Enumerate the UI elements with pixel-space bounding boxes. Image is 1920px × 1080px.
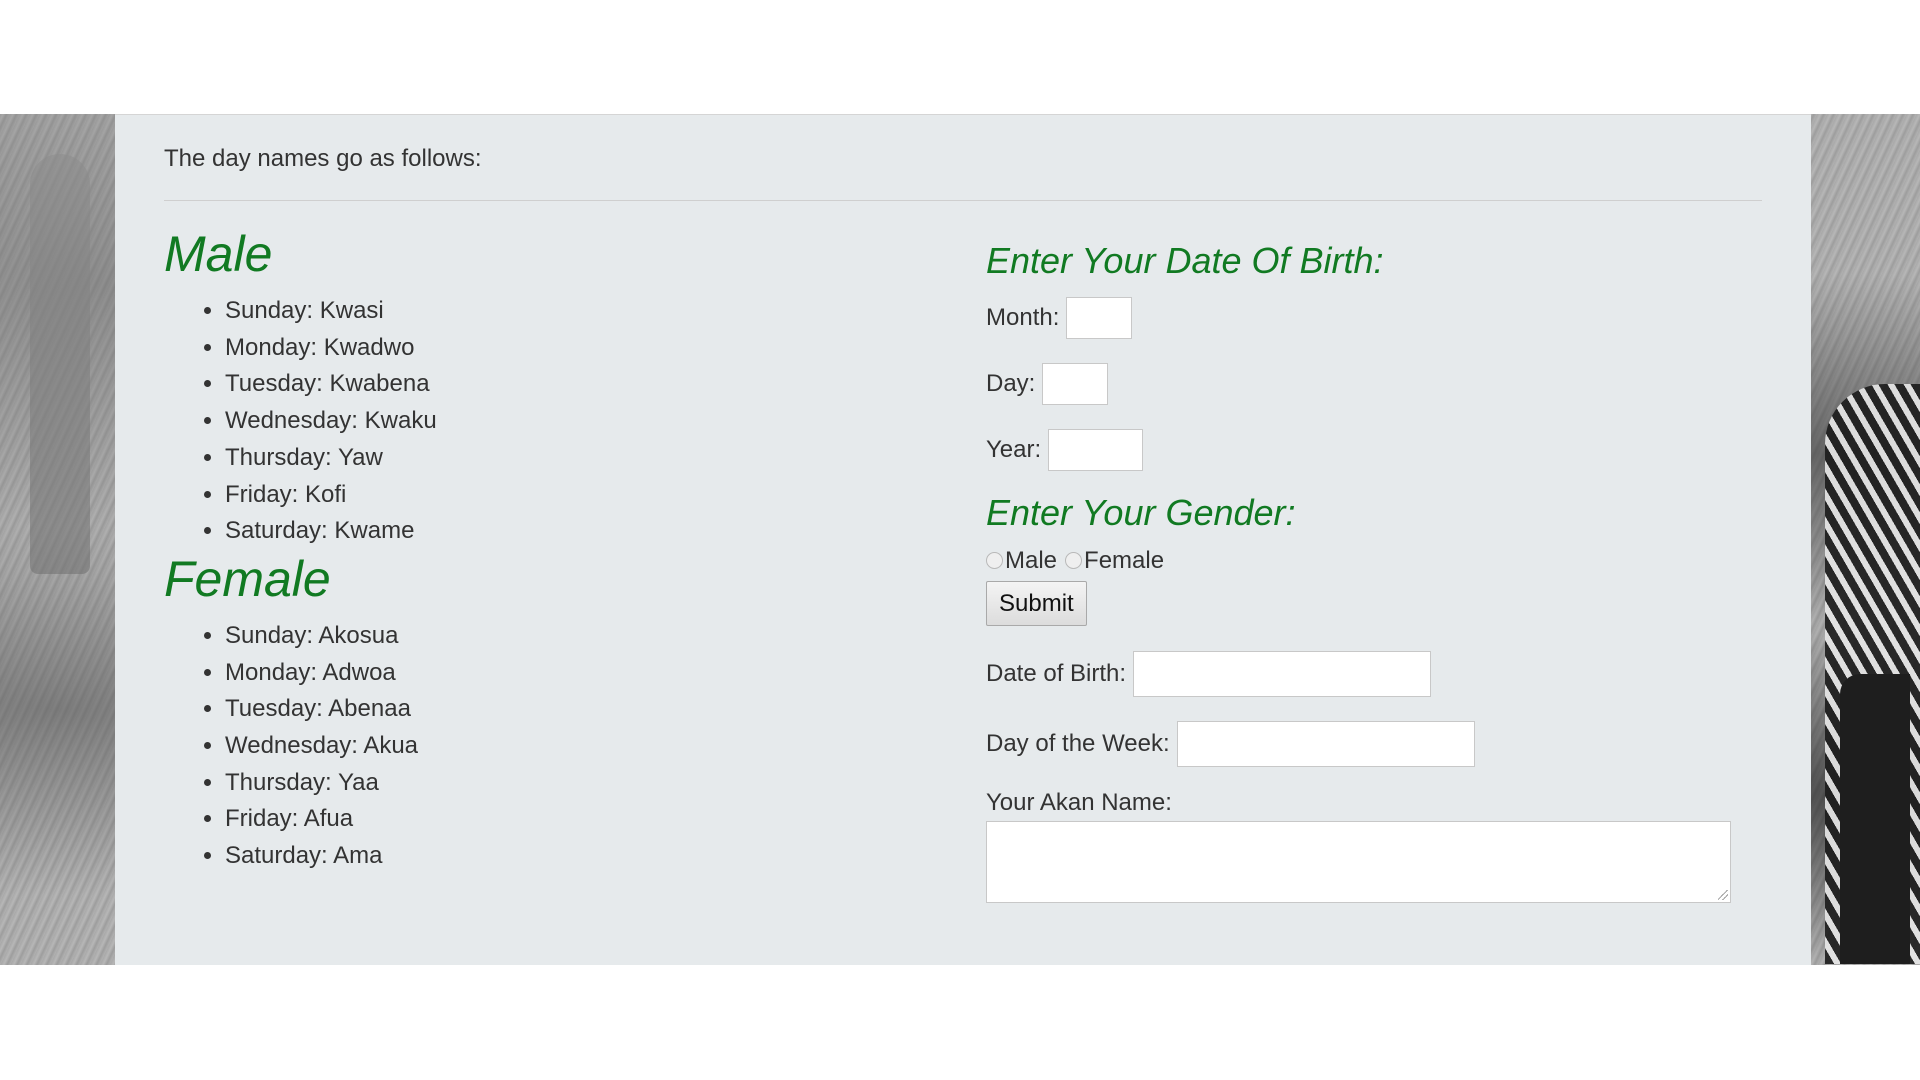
submit-button[interactable]: Submit bbox=[986, 581, 1087, 626]
male-names-list: Sunday: Kwasi Monday: Kwadwo Tuesday: Kw… bbox=[164, 293, 864, 550]
year-row: Year: bbox=[986, 429, 1746, 471]
list-item: Wednesday: Akua bbox=[225, 728, 864, 765]
akan-name-form: Enter Your Date Of Birth: Month: Day: Ye… bbox=[986, 225, 1746, 903]
list-item: Saturday: Ama bbox=[225, 838, 864, 875]
akan-name-label: Your Akan Name: bbox=[986, 789, 1172, 816]
list-item: Monday: Kwadwo bbox=[225, 330, 864, 367]
year-label: Year: bbox=[986, 436, 1042, 463]
divider bbox=[164, 200, 1762, 201]
month-label: Month: bbox=[986, 304, 1060, 331]
dob-output-row: Date of Birth: bbox=[986, 651, 1746, 697]
female-heading: Female bbox=[164, 550, 331, 607]
day-names-column: Male Sunday: Kwasi Monday: Kwadwo Tuesda… bbox=[164, 225, 864, 875]
content-panel: The day names go as follows: Male Sunday… bbox=[115, 114, 1811, 965]
male-heading: Male bbox=[164, 226, 273, 282]
weekday-output-field[interactable] bbox=[1176, 721, 1475, 767]
list-item: Tuesday: Kwabena bbox=[225, 366, 864, 403]
month-row: Month: bbox=[986, 297, 1746, 339]
list-item: Thursday: Yaw bbox=[225, 440, 864, 477]
dob-output-field[interactable] bbox=[1133, 651, 1432, 697]
dob-heading: Enter Your Date Of Birth: bbox=[986, 240, 1384, 281]
male-radio[interactable] bbox=[986, 551, 1003, 569]
list-item: Saturday: Kwame bbox=[225, 513, 864, 550]
month-input[interactable] bbox=[1066, 297, 1133, 339]
female-radio[interactable] bbox=[1065, 551, 1083, 569]
list-item: Tuesday: Abenaa bbox=[225, 691, 864, 728]
akan-name-label-row: Your Akan Name: bbox=[986, 789, 1746, 817]
list-item: Friday: Kofi bbox=[225, 477, 864, 514]
dob-output-label: Date of Birth: bbox=[986, 660, 1127, 687]
list-item: Thursday: Yaa bbox=[225, 765, 864, 802]
day-label: Day: bbox=[986, 370, 1036, 397]
day-row: Day: bbox=[986, 363, 1746, 405]
female-radio-label[interactable]: Female bbox=[1084, 547, 1164, 575]
weekday-output-label: Day of the Week: bbox=[986, 730, 1170, 757]
gender-options: Male Female bbox=[986, 547, 1746, 575]
day-input[interactable] bbox=[1042, 363, 1109, 405]
submit-row: Submit bbox=[986, 581, 1746, 626]
background-figure-left bbox=[30, 154, 90, 574]
list-item: Wednesday: Kwaku bbox=[225, 403, 864, 440]
list-item: Sunday: Akosua bbox=[225, 618, 864, 655]
male-radio-label[interactable]: Male bbox=[1005, 547, 1057, 575]
list-item: Monday: Adwoa bbox=[225, 655, 864, 692]
background-figure-right-lower bbox=[1840, 674, 1910, 964]
weekday-output-row: Day of the Week: bbox=[986, 721, 1746, 767]
resize-handle-icon[interactable] bbox=[1718, 890, 1728, 900]
female-names-list: Sunday: Akosua Monday: Adwoa Tuesday: Ab… bbox=[164, 618, 864, 875]
year-input[interactable] bbox=[1048, 429, 1144, 471]
list-item: Sunday: Kwasi bbox=[225, 293, 864, 330]
akan-name-output[interactable] bbox=[986, 821, 1731, 903]
intro-text: The day names go as follows: bbox=[164, 145, 482, 172]
list-item: Friday: Afua bbox=[225, 801, 864, 838]
gender-heading: Enter Your Gender: bbox=[986, 492, 1296, 533]
